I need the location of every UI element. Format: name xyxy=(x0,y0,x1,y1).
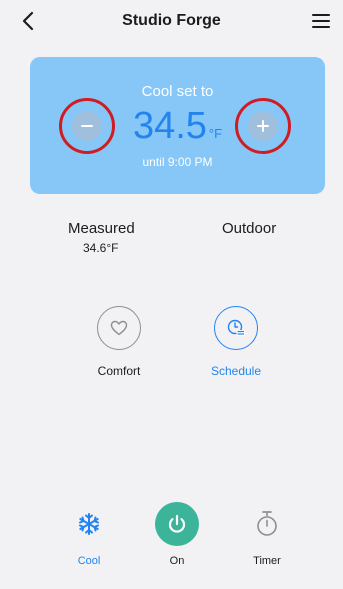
schedule-label: Schedule xyxy=(210,364,262,378)
on-label: On xyxy=(169,555,185,567)
temperature-value: 34.5 xyxy=(132,105,207,147)
comfort-label: Comfort xyxy=(97,364,141,378)
menu-button[interactable] xyxy=(311,11,331,31)
comfort-button[interactable] xyxy=(97,306,141,350)
mode-caption: Cool set to xyxy=(141,83,214,100)
schedule-button[interactable] xyxy=(214,306,258,350)
outdoor-label: Outdoor xyxy=(222,220,277,237)
measured-label: Measured xyxy=(68,220,135,237)
timer-button[interactable] xyxy=(255,510,279,538)
power-icon xyxy=(168,514,186,533)
cool-label: Cool xyxy=(77,555,101,567)
plus-icon xyxy=(257,120,269,132)
schedule-clock-icon xyxy=(227,319,245,336)
timer-label: Timer xyxy=(253,555,281,567)
temperature-unit: °F xyxy=(208,126,223,141)
cool-mode-button[interactable] xyxy=(77,512,101,536)
setpoint-card: Cool set to 34.5 °F until 9:00 PM xyxy=(30,57,325,194)
measured-value: 34.6°F xyxy=(83,241,119,255)
snowflake-icon xyxy=(79,513,99,535)
increase-temperature-button[interactable] xyxy=(235,98,291,154)
hamburger-menu-icon xyxy=(312,14,330,28)
until-time: until 9:00 PM xyxy=(142,155,213,169)
page-title: Studio Forge xyxy=(122,12,221,29)
stopwatch-icon xyxy=(257,511,277,536)
minus-icon xyxy=(81,125,93,127)
minus-button-face xyxy=(72,111,102,141)
header: Studio Forge xyxy=(0,0,343,44)
heart-icon xyxy=(110,320,128,336)
decrease-temperature-button[interactable] xyxy=(59,98,115,154)
plus-button-face xyxy=(248,111,278,141)
power-button[interactable] xyxy=(155,502,199,546)
